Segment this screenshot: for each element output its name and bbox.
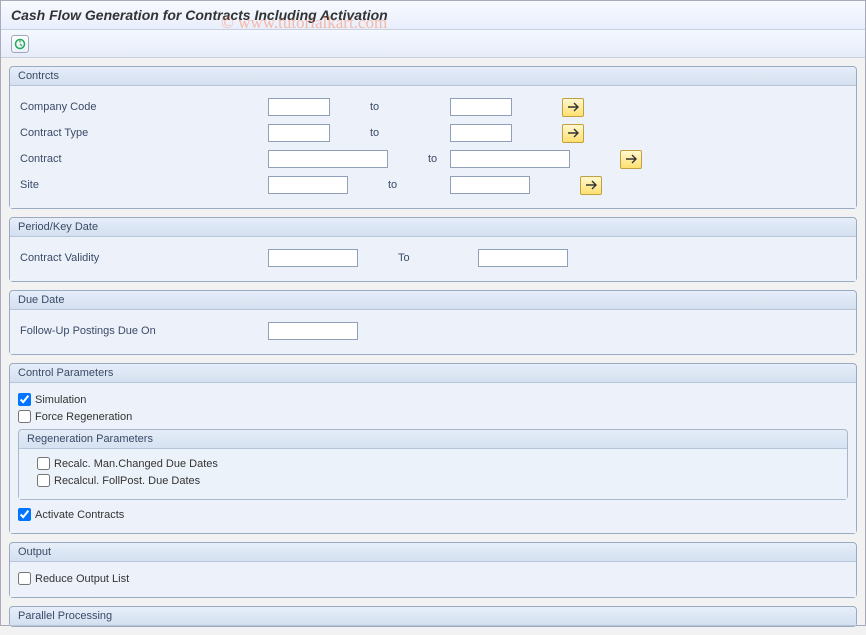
recalc-man-checkbox[interactable] — [37, 457, 50, 470]
contract-type-to-input[interactable] — [450, 124, 512, 142]
label-to: to — [388, 153, 450, 165]
multiple-selection-button[interactable] — [620, 150, 642, 169]
group-header-output: Output — [10, 543, 856, 562]
group-header-regen-params: Regeneration Parameters — [19, 430, 847, 449]
row-activate-contracts: Activate Contracts — [18, 508, 848, 521]
contract-to-input[interactable] — [450, 150, 570, 168]
group-parallel-processing: Parallel Processing — [9, 606, 857, 627]
contract-type-from-input[interactable] — [268, 124, 330, 142]
group-header-period: Period/Key Date — [10, 218, 856, 237]
label-reduce-output: Reduce Output List — [35, 573, 129, 585]
group-output: Output Reduce Output List — [9, 542, 857, 598]
multiple-selection-button[interactable] — [562, 98, 584, 117]
followup-due-input[interactable] — [268, 322, 358, 340]
label-contract-type: Contract Type — [18, 127, 268, 139]
multiple-selection-button[interactable] — [562, 124, 584, 143]
site-to-input[interactable] — [450, 176, 530, 194]
multiple-selection-button[interactable] — [580, 176, 602, 195]
simulation-checkbox[interactable] — [18, 393, 31, 406]
row-simulation: Simulation — [18, 393, 848, 406]
activate-contracts-checkbox[interactable] — [18, 508, 31, 521]
site-from-input[interactable] — [268, 176, 348, 194]
label-to: to — [330, 127, 450, 139]
label-simulation: Simulation — [35, 394, 86, 406]
row-recalc-man: Recalc. Man.Changed Due Dates — [37, 457, 839, 470]
company-code-from-input[interactable] — [268, 98, 330, 116]
force-regeneration-checkbox[interactable] — [18, 410, 31, 423]
page-title: Cash Flow Generation for Contracts Inclu… — [1, 1, 865, 30]
row-contract-type: Contract Type to — [18, 122, 848, 144]
row-recalc-foll: Recalcul. FollPost. Due Dates — [37, 474, 839, 487]
row-followup-due: Follow-Up Postings Due On — [18, 320, 848, 342]
group-header-control: Control Parameters — [10, 364, 856, 383]
execute-icon[interactable] — [11, 35, 29, 53]
contract-from-input[interactable] — [268, 150, 388, 168]
validity-from-input[interactable] — [268, 249, 358, 267]
group-header-parallel: Parallel Processing — [10, 607, 856, 626]
row-site: Site to — [18, 174, 848, 196]
label-to: To — [358, 252, 478, 264]
label-force-regeneration: Force Regeneration — [35, 411, 132, 423]
toolbar — [1, 30, 865, 58]
label-to: to — [330, 101, 450, 113]
content-area: Contrcts Company Code to Contract Type t… — [1, 58, 865, 635]
group-control-parameters: Control Parameters Simulation Force Rege… — [9, 363, 857, 534]
group-regeneration-parameters: Regeneration Parameters Recalc. Man.Chan… — [18, 429, 848, 500]
recalc-foll-checkbox[interactable] — [37, 474, 50, 487]
label-company-code: Company Code — [18, 101, 268, 113]
label-contract-validity: Contract Validity — [18, 252, 268, 264]
group-period: Period/Key Date Contract Validity To — [9, 217, 857, 282]
group-header-due-date: Due Date — [10, 291, 856, 310]
label-site: Site — [18, 179, 268, 191]
group-contracts: Contrcts Company Code to Contract Type t… — [9, 66, 857, 209]
row-contract: Contract to — [18, 148, 848, 170]
app-window: Cash Flow Generation for Contracts Inclu… — [0, 0, 866, 626]
label-followup-due: Follow-Up Postings Due On — [18, 325, 268, 337]
label-activate-contracts: Activate Contracts — [35, 509, 124, 521]
row-company-code: Company Code to — [18, 96, 848, 118]
row-force-regeneration: Force Regeneration — [18, 410, 848, 423]
validity-to-input[interactable] — [478, 249, 568, 267]
label-to: to — [348, 179, 450, 191]
group-due-date: Due Date Follow-Up Postings Due On — [9, 290, 857, 355]
label-recalc-man: Recalc. Man.Changed Due Dates — [54, 458, 218, 470]
group-header-contracts: Contrcts — [10, 67, 856, 86]
reduce-output-checkbox[interactable] — [18, 572, 31, 585]
row-reduce-output: Reduce Output List — [18, 572, 848, 585]
label-recalc-foll: Recalcul. FollPost. Due Dates — [54, 475, 200, 487]
company-code-to-input[interactable] — [450, 98, 512, 116]
label-contract: Contract — [18, 153, 268, 165]
row-contract-validity: Contract Validity To — [18, 247, 848, 269]
